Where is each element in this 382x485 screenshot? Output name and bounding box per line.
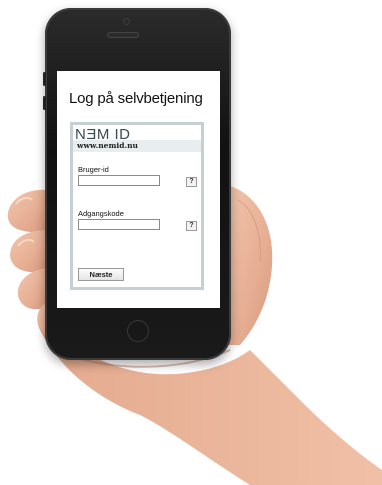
password-help-button[interactable]: ? xyxy=(186,221,197,231)
user-id-input[interactable] xyxy=(78,175,160,186)
camera-icon xyxy=(124,19,129,24)
speaker-grille xyxy=(108,33,138,37)
nemid-url[interactable]: www.nemid.nu xyxy=(77,141,138,150)
user-id-label: Bruger-id xyxy=(78,165,109,174)
phone-side-button xyxy=(43,96,46,110)
user-id-help-button[interactable]: ? xyxy=(186,177,197,187)
nemid-header-strip: www.nemid.nu xyxy=(73,140,201,152)
next-button[interactable]: Næste xyxy=(78,268,124,281)
nemid-login-box: NƎM ID www.nemid.nu Bruger-id ? Adgangsk… xyxy=(70,122,204,290)
password-input[interactable] xyxy=(78,219,160,230)
phone-screen: Log på selvbetjening NƎM ID www.nemid.nu… xyxy=(57,71,220,308)
home-button[interactable] xyxy=(127,320,149,342)
password-label: Adgangskode xyxy=(78,209,124,218)
page-title: Log på selvbetjening xyxy=(69,90,203,107)
phone-side-button xyxy=(43,72,46,86)
